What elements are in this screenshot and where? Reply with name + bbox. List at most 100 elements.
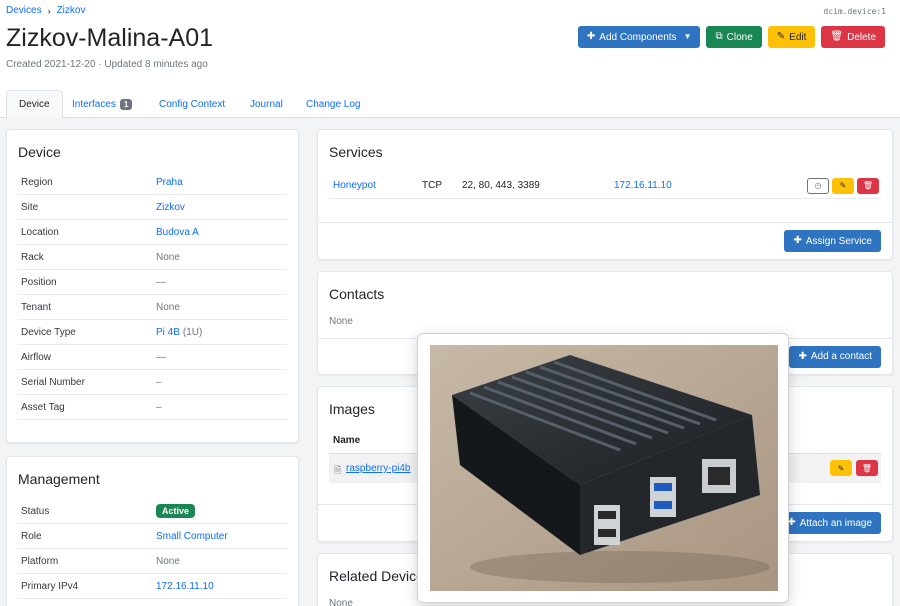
row-key: Rack bbox=[21, 251, 44, 263]
tab-bar: Device Interfaces 1 Config Context Journ… bbox=[0, 90, 900, 119]
role-link[interactable]: Small Computer bbox=[156, 531, 228, 542]
clone-button[interactable]: ⧉ Clone bbox=[706, 26, 762, 48]
image-file-link[interactable]: raspberry-pi4b bbox=[346, 463, 410, 474]
tab-device[interactable]: Device bbox=[6, 90, 63, 119]
device-row-region: Region Praha bbox=[18, 170, 287, 195]
clone-label: Clone bbox=[726, 31, 753, 43]
site-link[interactable]: Zizkov bbox=[156, 202, 185, 213]
row-key: Platform bbox=[21, 555, 59, 567]
row-key: Primary IPv4 bbox=[21, 580, 79, 592]
raspberry-pi-case-photo bbox=[430, 345, 778, 591]
device-card-title: Device bbox=[18, 144, 61, 160]
device-row-serial: Serial Number – bbox=[18, 370, 287, 395]
delete-button[interactable]: 🗑 Delete bbox=[821, 26, 885, 48]
device-row-location: Location Budova A bbox=[18, 220, 287, 245]
edit-label: Edit bbox=[789, 31, 807, 43]
tab-journal[interactable]: Journal bbox=[250, 90, 283, 118]
related-devices-empty: None bbox=[329, 598, 353, 606]
created-updated-meta: Created 2021-12-20 · Updated 8 minutes a… bbox=[6, 59, 208, 70]
tab-change-log[interactable]: Change Log bbox=[306, 90, 361, 118]
service-row: Honeypot TCP 22, 80, 443, 3389 172.16.11… bbox=[329, 173, 881, 199]
row-value: None bbox=[156, 301, 180, 313]
add-components-button[interactable]: ✚ Add Components ▼ bbox=[577, 26, 701, 48]
services-footer: ✚ Assign Service bbox=[318, 222, 892, 259]
device-card: Device Region Praha Site Zizkov Location… bbox=[6, 129, 299, 443]
service-ports: 22, 80, 443, 3389 bbox=[462, 180, 540, 191]
row-value: None bbox=[156, 555, 180, 567]
breadcrumb: Devices › Zizkov bbox=[6, 5, 85, 16]
management-card: Management Status Active Role Small Comp… bbox=[6, 456, 299, 606]
breadcrumb-devices[interactable]: Devices bbox=[6, 5, 42, 16]
attach-image-button[interactable]: ✚ Attach an image bbox=[778, 512, 881, 534]
image-row-actions: ✎ 🗑 bbox=[830, 460, 878, 476]
device-row-position: Position — bbox=[18, 270, 287, 295]
edit-button[interactable]: ✎ Edit bbox=[767, 26, 816, 48]
delete-service-icon[interactable]: 🗑 bbox=[857, 177, 879, 194]
tab-device-label: Device bbox=[19, 99, 50, 110]
contacts-card-title: Contacts bbox=[329, 286, 385, 302]
history-icon[interactable]: ◷ bbox=[807, 177, 829, 194]
row-key: Role bbox=[21, 530, 42, 542]
primary-ipv4-link[interactable]: 172.16.11.10 bbox=[156, 581, 214, 592]
management-row-platform: Platform None bbox=[18, 549, 287, 574]
plus-icon: ✚ bbox=[793, 235, 802, 246]
management-card-title: Management bbox=[18, 471, 100, 487]
tab-change-log-label: Change Log bbox=[306, 98, 361, 110]
service-ip-link[interactable]: 172.16.11.10 bbox=[614, 180, 672, 191]
plus-icon: ✚ bbox=[798, 350, 807, 362]
tab-interfaces-label: Interfaces bbox=[72, 98, 116, 110]
device-type-link[interactable]: Pi 4B bbox=[156, 327, 180, 338]
services-card-title: Services bbox=[329, 144, 383, 160]
device-row-device-type: Device Type Pi 4B (1U) bbox=[18, 320, 287, 345]
tab-interfaces[interactable]: Interfaces 1 bbox=[72, 90, 133, 118]
pencil-icon: ✎ bbox=[776, 31, 786, 42]
action-buttons: ✚ Add Components ▼ ⧉ Clone ✎ Edit 🗑 Dele… bbox=[577, 26, 885, 48]
caret-down-icon: ▼ bbox=[683, 32, 692, 41]
add-contact-button[interactable]: ✚ Add a contact bbox=[789, 345, 881, 368]
status-badge: Active bbox=[156, 504, 196, 518]
file-image-icon: 🗎 bbox=[334, 465, 342, 475]
delete-image-icon[interactable]: 🗑 bbox=[856, 460, 878, 476]
management-row-primary-ipv4: Primary IPv4 172.16.11.10 bbox=[18, 574, 287, 599]
row-key: Region bbox=[21, 176, 53, 188]
device-row-tenant: Tenant None bbox=[18, 295, 287, 320]
service-protocol: TCP bbox=[422, 180, 442, 191]
copy-icon: ⧉ bbox=[715, 31, 723, 42]
row-value: – bbox=[156, 376, 162, 388]
trash-icon: 🗑 bbox=[830, 31, 844, 42]
row-key: Asset Tag bbox=[21, 401, 65, 413]
edit-service-icon[interactable]: ✎ bbox=[832, 177, 854, 194]
plus-icon: ✚ bbox=[586, 31, 596, 42]
assign-service-button[interactable]: ✚ Assign Service bbox=[784, 230, 881, 252]
location-link[interactable]: Budova A bbox=[156, 227, 199, 238]
row-key: Site bbox=[21, 201, 39, 213]
row-key: Status bbox=[21, 505, 50, 517]
related-devices-title: Related Devices bbox=[329, 568, 431, 584]
tab-journal-label: Journal bbox=[250, 98, 283, 110]
device-row-airflow: Airflow — bbox=[18, 345, 287, 370]
row-key: Location bbox=[21, 226, 59, 238]
region-link[interactable]: Praha bbox=[156, 177, 183, 188]
row-key: Airflow bbox=[21, 351, 52, 363]
row-key: Device Type bbox=[21, 326, 76, 338]
object-id: dcim.device:1 bbox=[823, 7, 886, 16]
row-value: — bbox=[156, 351, 166, 363]
tab-config-context-label: Config Context bbox=[159, 98, 226, 110]
service-name-link[interactable]: Honeypot bbox=[333, 180, 376, 191]
images-name-header: Name bbox=[333, 435, 361, 446]
delete-label: Delete bbox=[847, 31, 876, 43]
device-row-site: Site Zizkov bbox=[18, 195, 287, 220]
device-row-rack: Rack None bbox=[18, 245, 287, 270]
tab-config-context[interactable]: Config Context bbox=[159, 90, 225, 118]
assign-service-label: Assign Service bbox=[805, 235, 872, 247]
page-title: Zizkov-Malina-A01 bbox=[6, 24, 214, 52]
edit-image-icon[interactable]: ✎ bbox=[830, 460, 852, 476]
service-row-actions: ◷ ✎ 🗑 bbox=[807, 177, 879, 194]
attach-image-label: Attach an image bbox=[799, 517, 872, 529]
add-contact-label: Add a contact bbox=[810, 351, 872, 362]
device-type-height: (1U) bbox=[182, 326, 203, 338]
row-key: Serial Number bbox=[21, 376, 85, 388]
breadcrumb-site[interactable]: Zizkov bbox=[57, 5, 86, 16]
services-card: Services Honeypot TCP 22, 80, 443, 3389 … bbox=[317, 129, 893, 260]
images-card-title: Images bbox=[329, 401, 375, 417]
